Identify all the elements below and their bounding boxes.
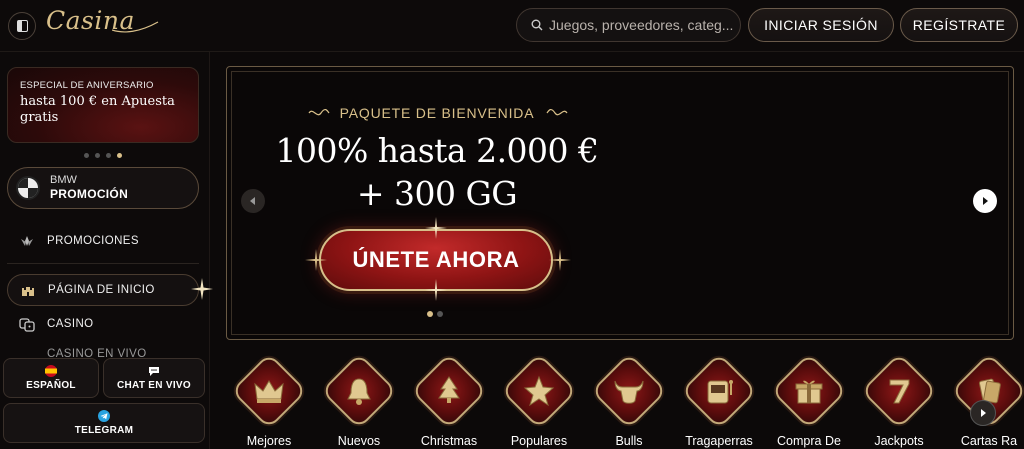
sparkle-icon (425, 217, 447, 239)
login-button[interactable]: INICIAR SESIÓN (748, 8, 894, 42)
top-header: Casina INICIAR SESIÓN REGÍSTRATE (0, 0, 1024, 52)
banner-next-button[interactable] (973, 189, 997, 213)
seven-icon (889, 379, 910, 404)
category-strip: Mejores Nuevos Christmas Populares Bulls… (226, 352, 1024, 449)
chevron-right-icon (983, 197, 988, 205)
sidebar-item-label: CASINO (47, 318, 94, 330)
bell-icon (347, 378, 371, 405)
carousel-dot[interactable] (95, 153, 100, 158)
category-label: Tragaperras (685, 434, 753, 448)
banner-eyebrow: PAQUETE DE BIENVENIDA (339, 105, 535, 121)
category-item[interactable]: Nuevos (319, 352, 399, 449)
welcome-banner: PAQUETE DE BIENVENIDA 100% hasta 2.000 €… (226, 66, 1014, 340)
promo-carousel-dots (84, 153, 122, 158)
ornament-right-icon (546, 108, 568, 116)
spain-flag-icon (45, 365, 57, 377)
star-icon (523, 375, 555, 407)
bmw-promotion-label: PROMOCIÓN (50, 187, 129, 202)
live-chat-button[interactable]: CHAT EN VIVO (103, 358, 205, 398)
sidebar-toggle-button[interactable] (8, 12, 36, 40)
category-label: Populares (510, 434, 568, 448)
sparkle-icon (549, 249, 571, 271)
sidebar-item-casino[interactable]: CASINO (7, 308, 199, 340)
language-label: ESPAÑOL (26, 380, 76, 391)
category-label: Nuevos (337, 434, 381, 448)
telegram-icon (98, 410, 110, 422)
sparkle-icon (425, 279, 447, 301)
sidebar-item-promotions[interactable]: PROMOCIONES (7, 225, 199, 257)
search-box[interactable] (516, 8, 741, 42)
anniversary-promo-card[interactable]: ESPECIAL DE ANIVERSARIO hasta 100 € en A… (7, 67, 199, 143)
christmas-tree-icon (438, 376, 460, 403)
sidebar: ESPECIAL DE ANIVERSARIO hasta 100 € en A… (0, 52, 213, 449)
slot-machine-icon (707, 380, 733, 404)
live-chat-label: CHAT EN VIVO (117, 380, 191, 391)
category-label: Christmas (420, 434, 478, 448)
sparkle-icon (305, 249, 327, 271)
carousel-dot-active[interactable] (427, 311, 433, 317)
category-item[interactable]: Tragaperras (679, 352, 759, 449)
promo-headline: hasta 100 € en Apuesta gratis (20, 94, 175, 126)
category-label: Jackpots (874, 434, 924, 448)
bmw-label: BMW (50, 174, 77, 187)
sidebar-item-home[interactable]: PÁGINA DE INICIO (7, 274, 199, 306)
banner-title-line2: + 300 GG (356, 174, 518, 213)
category-item[interactable]: Compra De (769, 352, 849, 449)
search-icon (531, 19, 543, 31)
lotus-icon (19, 233, 35, 249)
sidebar-item-label: PROMOCIONES (47, 235, 139, 247)
sidebar-item-label: PÁGINA DE INICIO (48, 284, 155, 296)
chevron-right-icon (981, 409, 986, 417)
gift-icon (795, 380, 823, 404)
category-label: Mejores (246, 434, 292, 448)
category-label: Compra De (777, 434, 841, 448)
banner-carousel-dots (427, 311, 443, 317)
category-item[interactable]: Christmas (409, 352, 489, 449)
carousel-dot[interactable] (84, 153, 89, 158)
carousel-dot[interactable] (437, 311, 443, 317)
category-label: Cartas Ra (960, 434, 1018, 448)
logo-swoosh-icon (112, 21, 159, 33)
carousel-dot[interactable] (106, 153, 111, 158)
category-label: Bulls (615, 434, 643, 448)
bmw-logo-icon (16, 176, 40, 200)
language-button[interactable]: ESPAÑOL (3, 358, 99, 398)
telegram-label: TELEGRAM (74, 425, 134, 436)
category-item[interactable]: Populares (499, 352, 579, 449)
bull-icon (614, 380, 644, 404)
category-item[interactable]: Jackpots (859, 352, 939, 449)
chevron-left-icon (250, 197, 255, 205)
banner-title-line1: 100% hasta 2.000 € (275, 131, 599, 170)
crown-icon (254, 380, 284, 403)
carousel-dot-active[interactable] (117, 153, 122, 158)
telegram-button[interactable]: TELEGRAM (3, 403, 205, 443)
castle-icon (20, 282, 36, 298)
sidebar-divider (7, 263, 199, 264)
search-input[interactable] (549, 17, 739, 33)
bmw-promotion-button[interactable]: BMW PROMOCIÓN (7, 167, 199, 209)
sidebar-toggle-icon (16, 20, 28, 32)
category-item[interactable]: Bulls (589, 352, 669, 449)
promo-kicker: ESPECIAL DE ANIVERSARIO (20, 80, 154, 91)
dice-icon (19, 316, 35, 332)
register-button[interactable]: REGÍSTRATE (900, 8, 1018, 42)
category-next-button[interactable] (970, 400, 996, 426)
category-item[interactable]: Mejores (229, 352, 309, 449)
sparkle-icon (191, 278, 213, 300)
banner-prev-button[interactable] (241, 189, 265, 213)
chat-bubble-icon (149, 367, 159, 376)
